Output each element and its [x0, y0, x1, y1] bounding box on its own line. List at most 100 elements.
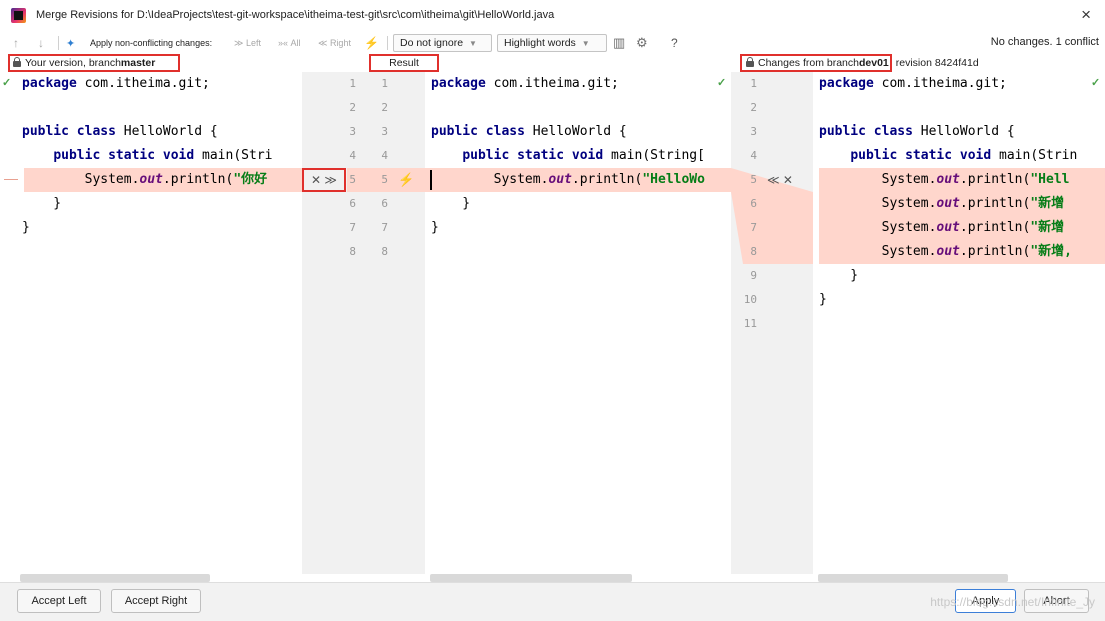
line-number: 11 [743, 317, 757, 330]
line-number: 7 [750, 221, 757, 234]
right-conflict-actions: ≪ ✕ [767, 168, 793, 192]
double-chevron-left-icon: ≪ [318, 37, 330, 48]
line-number: 7 [381, 221, 388, 234]
code-line: System.out.println("Hell [819, 172, 1070, 187]
apply-nonconflicting-label: Apply non-conflicting changes: [90, 38, 213, 48]
code-line: System.out.println("你好 [22, 172, 268, 187]
gear-icon: ⚙ [636, 35, 648, 50]
code-line: public class HelloWorld { [22, 124, 218, 139]
center-right-gutter: 1 2 3 4 5 6 7 8 9 10 11 ≪ ✕ [731, 72, 813, 574]
conflict-status: No changes. 1 conflict [990, 36, 1099, 48]
chevron-down-icon: ▼ [469, 38, 477, 48]
code-line: public class HelloWorld { [819, 124, 1015, 139]
bottom-bar: Accept Left Accept Right Apply Abort htt… [0, 582, 1105, 621]
code-line: } [819, 268, 859, 283]
line-number: 1 [750, 77, 757, 90]
check-icon: ✓ [1091, 77, 1101, 89]
title-bar: Merge Revisions for D:\IdeaProjects\test… [0, 0, 1105, 32]
line-number: 6 [750, 197, 757, 210]
line-number: 5 [750, 173, 757, 186]
whitespace-select[interactable]: Do not ignore ▼ [393, 34, 492, 52]
settings-button[interactable]: ⚙ [636, 32, 648, 54]
apply-all-button[interactable]: »« All [278, 32, 301, 54]
line-number: 10 [743, 293, 757, 306]
check-icon: ✓ [717, 77, 727, 89]
right-code: package com.itheima.git; public class He… [813, 72, 1105, 307]
apply-nonconflicting-icon[interactable]: ✦ [66, 32, 75, 54]
line-number: 9 [750, 269, 757, 282]
left-hscroll[interactable] [20, 574, 210, 582]
close-button[interactable]: × [1081, 5, 1091, 25]
toolbar-separator [58, 36, 59, 50]
toolbar-separator [387, 36, 388, 50]
code-line: System.out.println("HelloWo [431, 172, 705, 187]
line-number: 6 [349, 197, 356, 210]
double-chevron-right-icon: ≫ [234, 37, 246, 48]
code-line: package com.itheima.git; [819, 76, 1007, 91]
chevron-down-icon: ▼ [581, 38, 590, 48]
left-panel-header: Your version, branch master [8, 54, 180, 72]
line-number: 4 [349, 149, 356, 162]
accept-right-chevron-icon[interactable]: ≪ [767, 173, 780, 187]
ignore-left-x-icon[interactable]: ✕ [311, 173, 321, 187]
line-number: 2 [381, 101, 388, 114]
intellij-logo-icon [11, 8, 26, 23]
left-conflict-actions: ✕ ≫ [302, 168, 346, 192]
accept-left-button[interactable]: Accept Left [17, 589, 101, 613]
watermark: https://blog.csdn.net/Infinite_Jy [930, 595, 1095, 609]
magic-resolve-icon[interactable]: ⚡ [398, 168, 414, 192]
line-number: 3 [750, 125, 757, 138]
code-line: package com.itheima.git; [431, 76, 619, 91]
center-panel-header: Result [369, 54, 439, 72]
line-number: 2 [750, 101, 757, 114]
line-number: 8 [750, 245, 757, 258]
lock-icon [746, 56, 754, 69]
code-line: } [22, 220, 30, 235]
code-line: public static void main(Stri [53, 148, 273, 163]
left-editor[interactable]: ✓ package com.itheima.git; public class … [0, 72, 302, 574]
right-hscroll[interactable] [818, 574, 1008, 582]
double-chevron-merge-icon: »« [278, 38, 291, 48]
apply-left-button[interactable]: ≫ Left [234, 32, 261, 54]
code-line: } [22, 196, 62, 211]
code-line: } [431, 196, 471, 211]
right-panel-branch-box: Changes from branch dev01 [740, 54, 892, 72]
sync-scroll-button[interactable]: ▥ [613, 32, 625, 54]
magic-resolve-button[interactable]: ⚡ [364, 32, 379, 54]
line-number: 1 [381, 77, 388, 90]
code-line: } [819, 292, 827, 307]
line-number: 5 [381, 173, 388, 186]
apply-right-button[interactable]: ≪ Right [318, 32, 351, 54]
accept-right-button[interactable]: Accept Right [111, 589, 201, 613]
lock-icon [13, 56, 21, 69]
arrow-up-icon: ↑ [13, 36, 19, 50]
toolbar: ↑ ↓ ✦ Apply non-conflicting changes: ≫ L… [0, 32, 1105, 54]
center-hscroll[interactable] [430, 574, 632, 582]
line-number: 3 [381, 125, 388, 138]
conflict-marker [4, 179, 18, 180]
code-line: package com.itheima.git; [22, 76, 210, 91]
line-number: 3 [349, 125, 356, 138]
columns-icon: ▥ [613, 35, 626, 50]
help-button[interactable]: ? [671, 32, 678, 54]
next-difference-button[interactable]: ↓ [38, 32, 44, 54]
code-line: public static void main(String[ [462, 148, 705, 163]
line-number: 4 [381, 149, 388, 162]
highlight-select[interactable]: Highlight words ▼ [497, 34, 607, 52]
line-number: 2 [349, 101, 356, 114]
arrow-down-icon: ↓ [38, 36, 44, 50]
prev-difference-button[interactable]: ↑ [13, 32, 19, 54]
code-line: System.out.println("新增 [819, 196, 1065, 211]
result-editor[interactable]: ✓ package com.itheima.git; public class … [425, 72, 731, 574]
accept-left-chevron-icon[interactable]: ≫ [324, 173, 337, 187]
code-line: System.out.println("新增 [819, 220, 1065, 235]
right-editor[interactable]: ✓ package com.itheima.git; public class … [813, 72, 1105, 574]
ignore-right-x-icon[interactable]: ✕ [783, 173, 793, 187]
right-panel-header: Changes from branch dev01 revision 8424f… [740, 54, 1105, 72]
left-code: package com.itheima.git; public class He… [0, 72, 302, 235]
window-title: Merge Revisions for D:\IdeaProjects\test… [36, 9, 555, 21]
line-number: 6 [381, 197, 388, 210]
line-number: 7 [349, 221, 356, 234]
line-number: 8 [349, 245, 356, 258]
code-line: System.out.println("新增, [819, 244, 1072, 259]
